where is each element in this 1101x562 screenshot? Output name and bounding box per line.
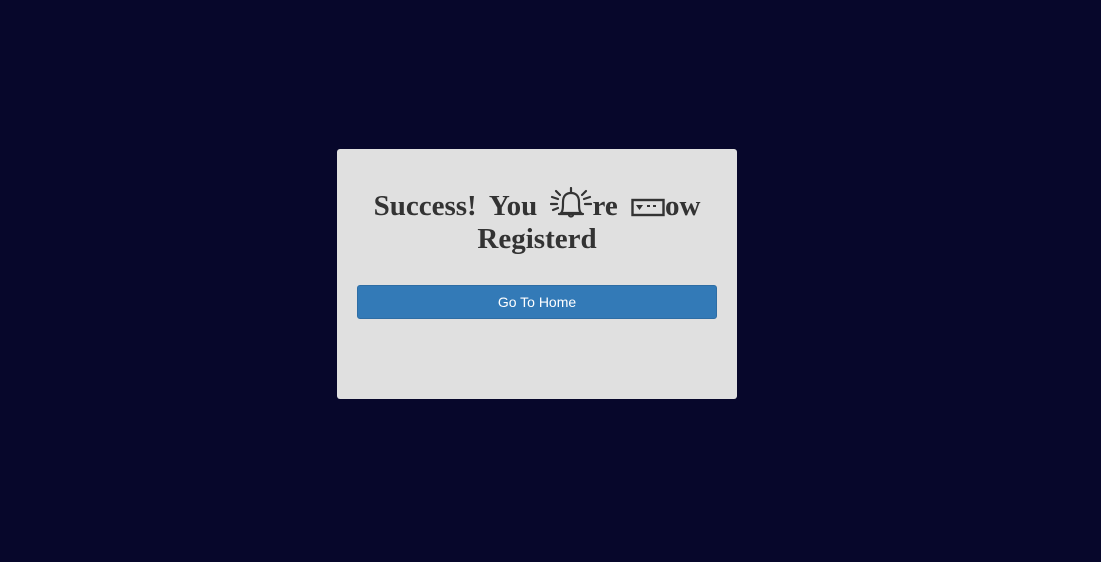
heading-text-part2: re: [592, 190, 631, 222]
bell-ring-icon: [550, 186, 593, 219]
heading-text-part3: ow: [664, 190, 701, 222]
success-card: Success! You re ow Registerd Go To Home: [337, 149, 737, 399]
heading-text-line2: Registerd: [477, 223, 597, 255]
card-icon: [631, 197, 665, 219]
heading-text-part1: Success! You: [373, 190, 551, 222]
go-to-home-button[interactable]: Go To Home: [357, 285, 717, 319]
success-heading: Success! You re ow Registerd: [357, 186, 717, 256]
